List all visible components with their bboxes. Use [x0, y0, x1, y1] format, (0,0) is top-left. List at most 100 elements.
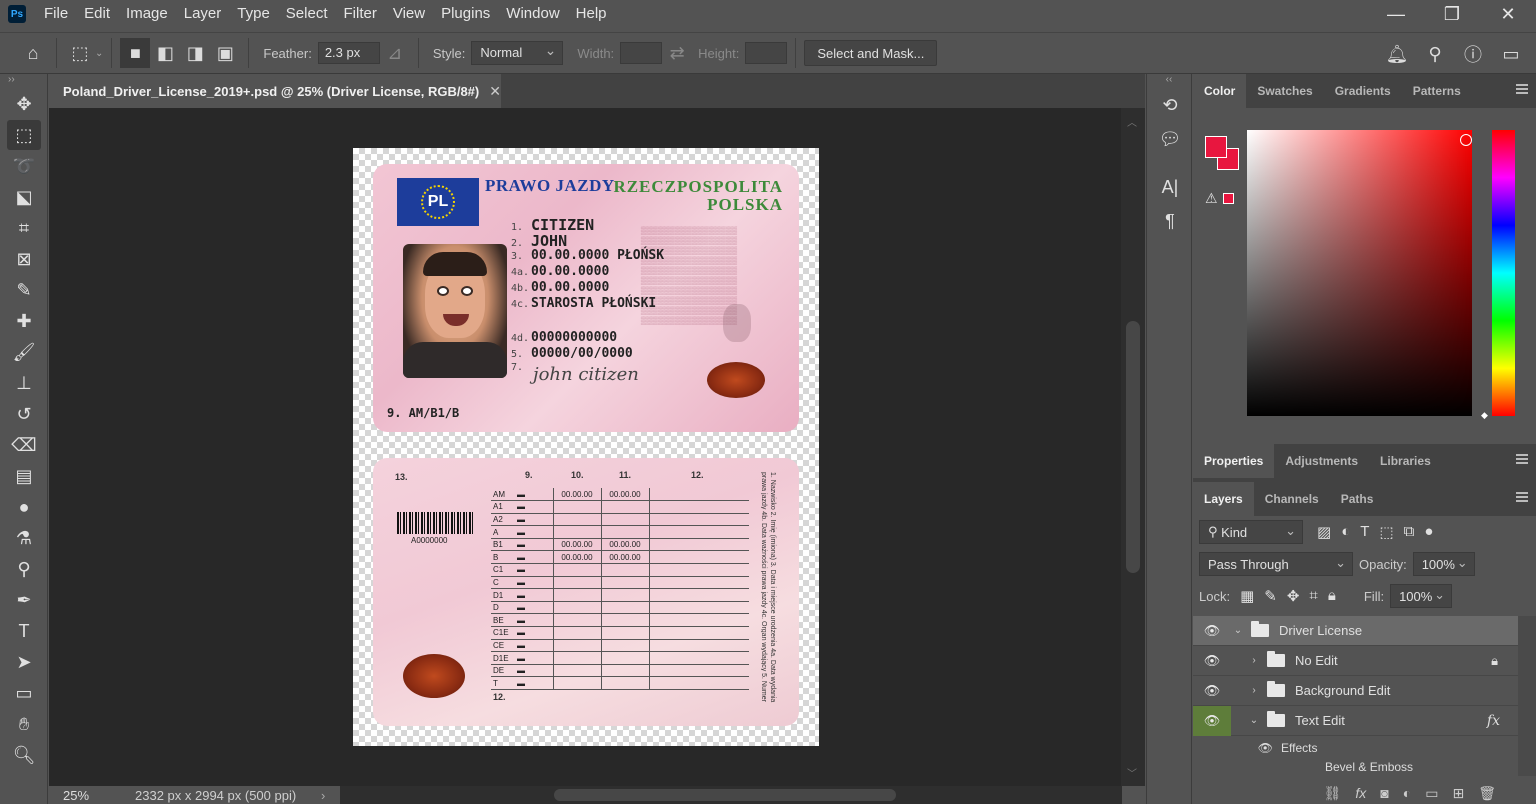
visibility-eye-icon[interactable]: 👁︎ [1193, 676, 1231, 706]
blur-tool-icon[interactable]: ● [7, 492, 41, 522]
history-panel-icon[interactable]: ⟲ [1147, 88, 1193, 122]
rectangle-tool-icon[interactable]: ▭ [7, 678, 41, 708]
visibility-eye-icon[interactable]: 👁︎ [1231, 741, 1281, 755]
lock-artboard-icon[interactable]: ⌗ [1309, 587, 1317, 605]
collapse-toolbar-icon[interactable]: ›› [0, 74, 47, 88]
zoom-level[interactable]: 25% [49, 788, 121, 803]
opacity-input[interactable]: 100% ⌄ [1412, 552, 1475, 576]
layer-filter-select[interactable]: ⚲ Kind ⌄ [1199, 520, 1303, 544]
tab-patterns[interactable]: Patterns [1402, 74, 1472, 108]
menu-filter[interactable]: Filter [336, 0, 385, 28]
comments-panel-icon[interactable]: 💬︎ [1147, 122, 1193, 156]
lasso-tool-icon[interactable]: ➰ [7, 151, 41, 181]
search-icon[interactable]: ⚲ [1420, 39, 1450, 69]
document-canvas[interactable]: PL PRAWO JAZDY RZECZPOSPOLITA POLSKA ▒▒▒… [353, 148, 819, 746]
collapse-group-icon[interactable]: ⌄ [1247, 715, 1261, 726]
delete-layer-icon[interactable]: 🗑︎ [1478, 785, 1496, 802]
add-selection-icon[interactable]: ◧ [150, 38, 180, 68]
out-of-gamut-warning-icon[interactable]: ⚠ [1205, 190, 1218, 207]
frame-tool-icon[interactable]: ⊠ [7, 244, 41, 274]
style-select[interactable]: Normal [471, 41, 564, 65]
filter-adjustment-icon[interactable]: ◐ [1341, 523, 1350, 541]
visibility-eye-icon[interactable]: 👁︎ [1193, 646, 1231, 676]
layers-scrollbar[interactable] [1518, 616, 1536, 776]
tab-paths[interactable]: Paths [1330, 482, 1385, 516]
layer-no-edit[interactable]: 👁︎ › No Edit 🔒︎ [1193, 646, 1536, 676]
tab-libraries[interactable]: Libraries [1369, 444, 1442, 478]
menu-file[interactable]: File [36, 0, 76, 28]
move-tool-icon[interactable]: ✥ [7, 89, 41, 119]
horizontal-scroll-thumb[interactable] [554, 789, 896, 801]
intersect-selection-icon[interactable]: ▣ [210, 38, 240, 68]
layer-background-edit[interactable]: 👁︎ › Background Edit [1193, 676, 1536, 706]
menu-image[interactable]: Image [118, 0, 176, 28]
horizontal-scrollbar[interactable] [340, 786, 1122, 804]
lock-position-icon[interactable]: ✥ [1287, 587, 1300, 605]
panel-menu-icon[interactable] [1516, 454, 1528, 464]
document-tab[interactable]: Poland_Driver_License_2019+.psd @ 25% (D… [49, 74, 501, 108]
zoom-lens-tool-icon[interactable]: ⚲ [7, 554, 41, 584]
expand-group-icon[interactable]: › [1247, 685, 1261, 696]
feather-input[interactable]: 2.3 px [317, 42, 380, 64]
bevel-emboss-row[interactable]: Bevel & Emboss [1193, 760, 1536, 774]
eraser-tool-icon[interactable]: ⌫ [7, 430, 41, 460]
new-adjustment-icon[interactable]: ◐ [1403, 785, 1411, 801]
expand-group-icon[interactable]: › [1247, 655, 1261, 666]
foreground-color-swatch[interactable] [1205, 136, 1227, 158]
canvas-area[interactable]: PL PRAWO JAZDY RZECZPOSPOLITA POLSKA ▒▒▒… [49, 108, 1121, 786]
visibility-eye-icon[interactable]: 👁︎ [1193, 616, 1231, 646]
clone-stamp-tool-icon[interactable]: ⊥ [7, 368, 41, 398]
add-style-icon[interactable]: fx [1355, 785, 1366, 801]
new-group-icon[interactable]: ▭ [1425, 785, 1438, 802]
history-brush-tool-icon[interactable]: ↺ [7, 399, 41, 429]
menu-window[interactable]: Window [498, 0, 567, 28]
select-and-mask-button[interactable]: Select and Mask... [804, 40, 938, 66]
width-input[interactable] [620, 42, 663, 64]
height-input[interactable] [745, 42, 788, 64]
vertical-scroll-thumb[interactable] [1126, 321, 1140, 573]
home-icon[interactable]: ⌂ [18, 38, 48, 68]
fill-input[interactable]: 100% ⌄ [1390, 584, 1453, 608]
zoom-tool-icon[interactable]: 🔍︎ [7, 740, 41, 770]
help-icon[interactable]: ⓘ [1458, 39, 1488, 69]
tab-layers[interactable]: Layers [1193, 482, 1254, 516]
tab-gradients[interactable]: Gradients [1324, 74, 1402, 108]
menu-view[interactable]: View [385, 0, 433, 28]
link-layers-icon[interactable]: ⛓ [1324, 785, 1342, 802]
add-mask-icon[interactable]: ◙ [1380, 785, 1388, 801]
chevron-down-icon[interactable]: ⌄ [95, 48, 103, 59]
filter-type-icon[interactable]: T [1360, 523, 1369, 541]
new-selection-icon[interactable]: ■ [120, 38, 151, 68]
anti-alias-icon[interactable]: ⊿ [380, 38, 410, 68]
gamut-color-swatch[interactable] [1223, 193, 1234, 204]
status-menu-chevron-icon[interactable]: › [321, 788, 325, 803]
document-info[interactable]: 2332 px x 2994 px (500 ppi) [121, 788, 321, 803]
menu-type[interactable]: Type [229, 0, 278, 28]
tab-swatches[interactable]: Swatches [1246, 74, 1323, 108]
lock-image-icon[interactable]: ✎ [1264, 587, 1277, 605]
close-tab-icon[interactable]: ✕ [489, 83, 501, 100]
blend-mode-select[interactable]: Pass Through ⌄ [1199, 552, 1353, 576]
minimize-icon[interactable]: — [1368, 0, 1424, 28]
tab-properties[interactable]: Properties [1193, 444, 1275, 478]
menu-help[interactable]: Help [568, 0, 615, 28]
character-panel-icon[interactable]: A| [1147, 170, 1193, 204]
swap-dimensions-icon[interactable]: ⇄ [662, 38, 692, 68]
crop-tool-icon[interactable]: ⌗ [7, 213, 41, 243]
vertical-scrollbar[interactable]: ︿ ﹀ [1121, 108, 1145, 786]
eyedropper-tool-icon[interactable]: ✎ [7, 275, 41, 305]
tab-adjustments[interactable]: Adjustments [1274, 444, 1369, 478]
gradient-tool-icon[interactable]: ▤ [7, 461, 41, 491]
dodge-tool-icon[interactable]: ⚗ [7, 523, 41, 553]
visibility-eye-icon[interactable]: 👁︎ [1193, 705, 1231, 736]
scroll-up-icon[interactable]: ︿ [1127, 114, 1137, 129]
panel-menu-icon[interactable] [1516, 492, 1528, 502]
lock-all-icon[interactable]: 🔒︎ [1328, 587, 1336, 605]
brush-tool-icon[interactable]: 🖌︎ [7, 337, 41, 367]
filter-toggle-icon[interactable]: ● [1424, 523, 1433, 541]
filter-smart-object-icon[interactable]: ⧉ [1404, 523, 1415, 541]
close-window-icon[interactable]: ✕ [1480, 0, 1536, 28]
scroll-down-icon[interactable]: ﹀ [1127, 765, 1137, 780]
effects-row[interactable]: 👁︎ Effects [1193, 736, 1536, 760]
workspace-icon[interactable]: ▭ [1496, 39, 1526, 69]
